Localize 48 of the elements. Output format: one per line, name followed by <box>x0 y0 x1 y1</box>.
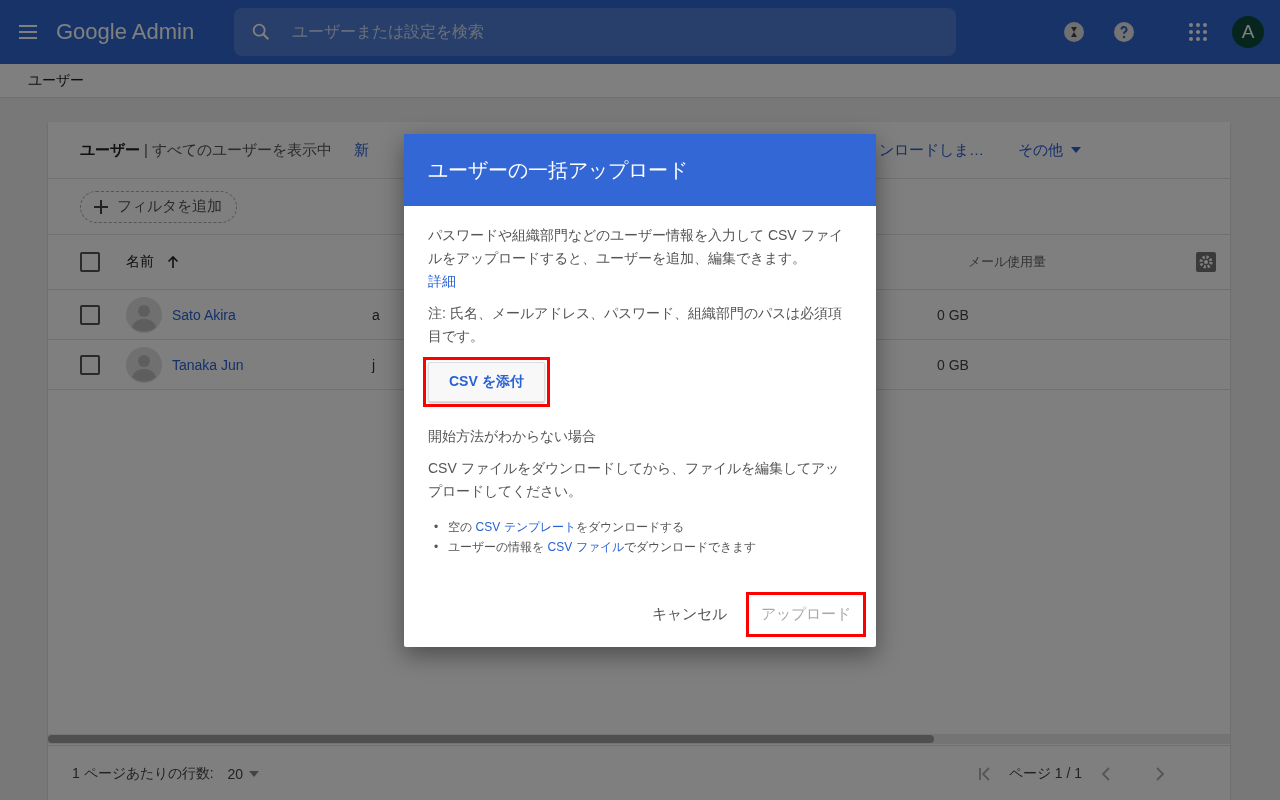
dialog-button[interactable]: キャンセル <box>642 596 737 632</box>
user-name-link[interactable]: Tanaka Jun <box>172 356 244 373</box>
column-header[interactable]: メール使用量 <box>968 253 1046 271</box>
help-heading: 開始方法がわからない場合 <box>428 427 597 446</box>
attach-csv-button[interactable]: CSV を添付 <box>428 362 545 402</box>
table-cell: 0 GB <box>937 306 969 323</box>
csv-link[interactable]: CSV ファイル <box>547 540 624 555</box>
checkbox[interactable] <box>80 304 100 325</box>
checkbox[interactable] <box>80 252 100 272</box>
account-avatar[interactable]: A <box>1232 16 1264 48</box>
settings-icon[interactable] <box>1196 252 1216 272</box>
plus-icon <box>93 198 109 215</box>
help-icon[interactable] <box>1112 20 1136 44</box>
product-name[interactable]: Google Admin <box>56 19 195 45</box>
description-text: パスワードや組織部門などのユーザー情報を入力して CSV ファイルをアップロードすると、ユーザーを追加、編集できます。 <box>428 227 843 266</box>
action-link[interactable]: ンロードしま… <box>879 140 984 160</box>
details-link[interactable]: 詳細 <box>428 273 456 289</box>
bullet-text: ユーザーの情報を CSV ファイルでダウンロードできます <box>448 539 756 557</box>
bullet-marker: • <box>434 519 439 536</box>
apps-grid-icon[interactable] <box>1186 20 1210 44</box>
action-link[interactable]: その他 <box>1018 140 1081 160</box>
user-name-link[interactable]: Sato Akira <box>172 306 236 323</box>
action-link[interactable]: 新 <box>354 140 370 160</box>
sort-up-icon[interactable] <box>166 255 180 269</box>
checkbox[interactable] <box>80 354 100 375</box>
avatar-icon <box>126 296 162 333</box>
dialog-title: ユーザーの一括アップロード <box>428 157 688 183</box>
panel-title: ユーザー <box>80 140 140 160</box>
add-filter-button[interactable]: フィルタを追加 <box>80 190 237 223</box>
help-text: CSV ファイルをダウンロードしてから、ファイルを編集してアップロードしてください。 <box>428 459 840 501</box>
avatar-icon <box>126 346 162 383</box>
csv-link[interactable]: CSV テンプレート <box>475 520 576 534</box>
breadcrumb[interactable]: ユーザー <box>28 71 84 90</box>
horizontal-scrollbar[interactable] <box>48 734 1230 744</box>
table-cell: 0 GB <box>937 356 969 373</box>
column-header[interactable]: 名前 <box>126 253 154 271</box>
table-cell: a <box>372 306 380 323</box>
rows-per-page-select[interactable]: 20 <box>227 766 260 782</box>
page-indicator: ページ 1 / 1 <box>1008 765 1082 783</box>
hourglass-icon[interactable] <box>1062 20 1086 44</box>
rows-per-page-label: 1 ページあたりの行数: <box>72 765 214 783</box>
panel-subtitle: | すべてのユーザーを表示中 <box>144 140 333 160</box>
dropdown-icon[interactable] <box>249 771 260 777</box>
dropdown-icon <box>1071 147 1081 153</box>
bullet-text: 空の CSV テンプレート をダウンロードする <box>448 519 684 536</box>
table-cell: j <box>372 356 376 373</box>
bullet-marker: • <box>434 539 439 557</box>
note-text: 注: 氏名、メールアドレス、パスワード、組織部門のパスは必須項目です。 <box>428 304 843 346</box>
